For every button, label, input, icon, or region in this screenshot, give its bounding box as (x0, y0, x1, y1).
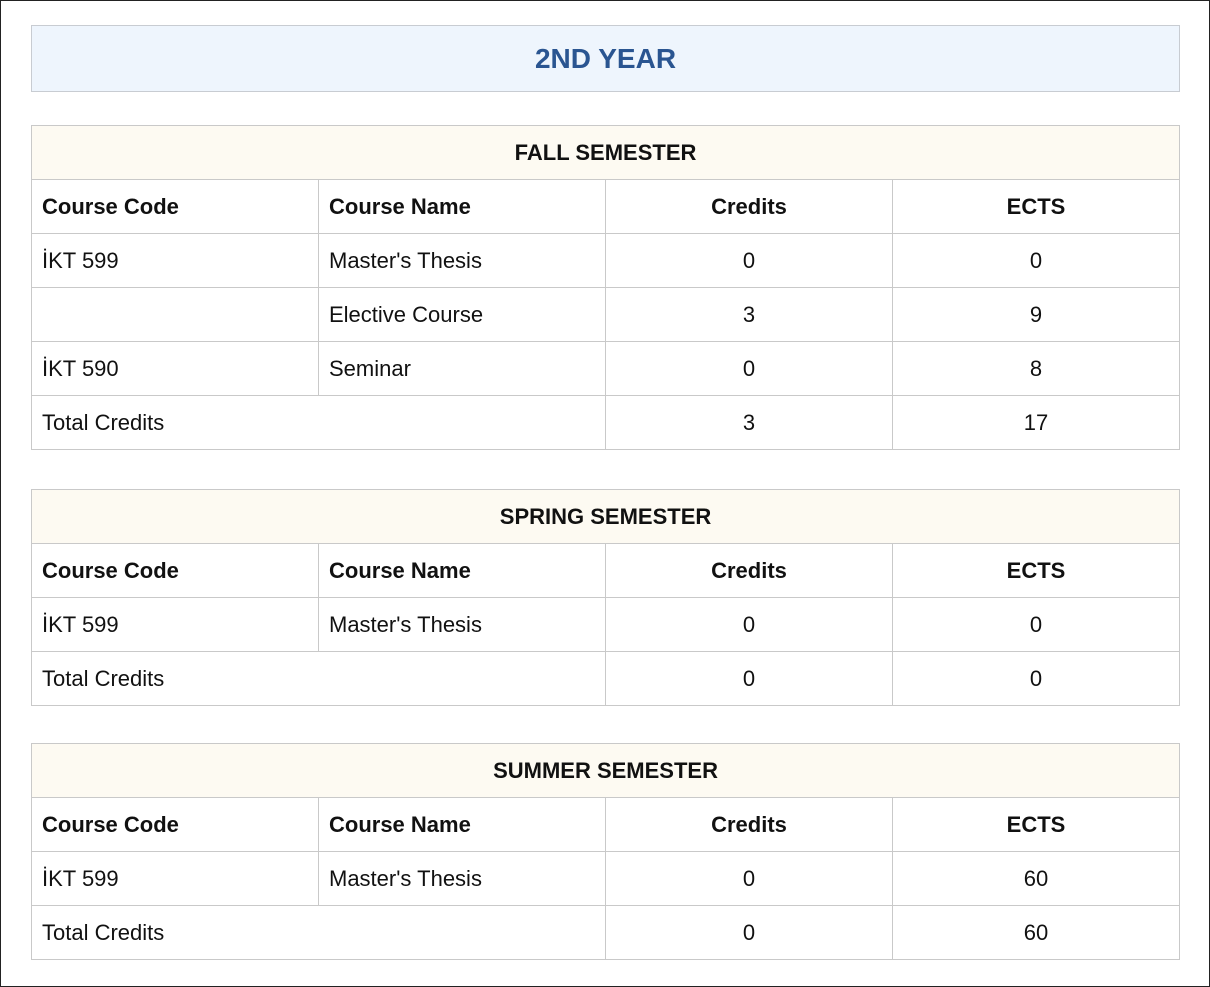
total-ects: 17 (891, 395, 1181, 450)
year-title: 2ND YEAR (31, 25, 1180, 92)
course-name: Master's Thesis (318, 597, 606, 652)
header-row: Course Code Course Name Credits ECTS (31, 179, 1181, 234)
col-header-code: Course Code (31, 543, 319, 598)
total-credits: 3 (605, 395, 893, 450)
course-ects: 0 (891, 597, 1181, 652)
semester-title: FALL SEMESTER (30, 125, 1181, 180)
semester-title: SPRING SEMESTER (30, 489, 1181, 544)
course-name: Master's Thesis (318, 851, 606, 906)
table-row: İKT 599 Master's Thesis 0 0 (31, 597, 1181, 652)
fall-semester-table: FALL SEMESTER Course Code Course Name Cr… (30, 125, 1181, 450)
header-row: Course Code Course Name Credits ECTS (31, 797, 1181, 852)
course-name: Elective Course (318, 287, 606, 342)
total-label: Total Credits (31, 905, 606, 960)
course-code: İKT 590 (31, 341, 319, 396)
col-header-credits: Credits (605, 797, 893, 852)
spring-semester-table: SPRING SEMESTER Course Code Course Name … (30, 489, 1181, 706)
course-code: İKT 599 (31, 597, 319, 652)
table-row: İKT 599 Master's Thesis 0 60 (31, 851, 1181, 906)
col-header-ects: ECTS (891, 797, 1181, 852)
col-header-code: Course Code (31, 797, 319, 852)
course-ects: 8 (891, 341, 1181, 396)
course-credits: 0 (605, 851, 893, 906)
col-header-ects: ECTS (891, 179, 1181, 234)
course-code: İKT 599 (31, 851, 319, 906)
total-ects: 60 (891, 905, 1181, 960)
summer-semester-table: SUMMER SEMESTER Course Code Course Name … (30, 743, 1181, 960)
course-credits: 0 (605, 597, 893, 652)
course-ects: 60 (891, 851, 1181, 906)
col-header-ects: ECTS (891, 543, 1181, 598)
course-credits: 0 (605, 233, 893, 288)
total-row: Total Credits 0 0 (31, 651, 1181, 706)
total-credits: 0 (605, 905, 893, 960)
course-code (31, 287, 319, 342)
col-header-name: Course Name (318, 543, 606, 598)
course-ects: 0 (891, 233, 1181, 288)
course-name: Master's Thesis (318, 233, 606, 288)
total-row: Total Credits 3 17 (31, 395, 1181, 450)
header-row: Course Code Course Name Credits ECTS (31, 543, 1181, 598)
course-ects: 9 (891, 287, 1181, 342)
total-label: Total Credits (31, 395, 606, 450)
col-header-credits: Credits (605, 179, 893, 234)
course-name: Seminar (318, 341, 606, 396)
col-header-code: Course Code (31, 179, 319, 234)
course-credits: 3 (605, 287, 893, 342)
table-row: İKT 599 Master's Thesis 0 0 (31, 233, 1181, 288)
col-header-name: Course Name (318, 797, 606, 852)
table-row: Elective Course 3 9 (31, 287, 1181, 342)
total-credits: 0 (605, 651, 893, 706)
semester-title: SUMMER SEMESTER (30, 743, 1181, 798)
table-row: İKT 590 Seminar 0 8 (31, 341, 1181, 396)
col-header-name: Course Name (318, 179, 606, 234)
course-credits: 0 (605, 341, 893, 396)
total-label: Total Credits (31, 651, 606, 706)
total-ects: 0 (891, 651, 1181, 706)
course-code: İKT 599 (31, 233, 319, 288)
total-row: Total Credits 0 60 (31, 905, 1181, 960)
col-header-credits: Credits (605, 543, 893, 598)
